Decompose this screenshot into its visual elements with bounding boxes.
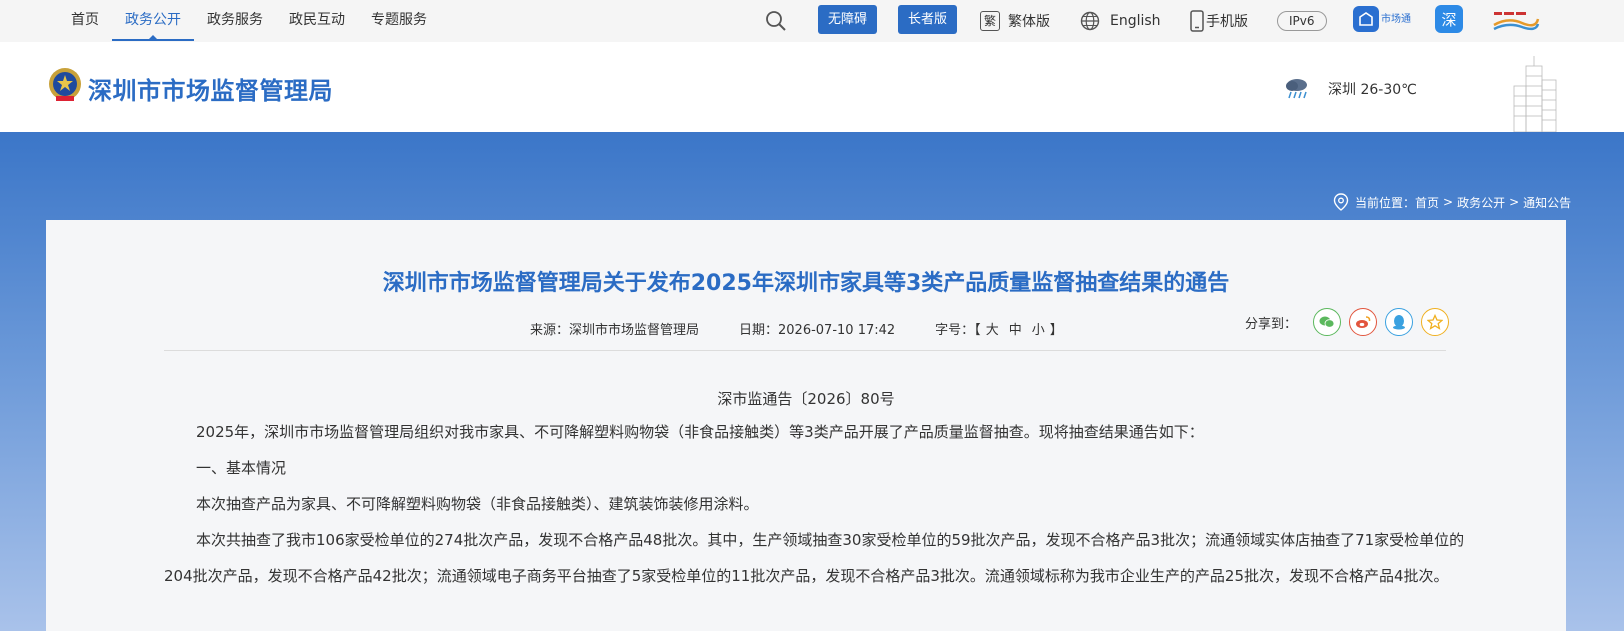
top-bar: 首页 政务公开 政务服务 政民互动 专题服务 无障碍 长者版 繁 繁体版 Eng… (0, 0, 1624, 42)
article-paragraph: 本次抽查产品为家具、不可降解塑料购物袋（非食品接触类）、建筑装饰装修用涂料。 (196, 495, 759, 513)
search-icon (766, 11, 786, 31)
breadcrumb-home[interactable]: 首页 (1415, 194, 1439, 211)
wechat-icon (1319, 316, 1335, 328)
mobile-phone-icon (1190, 10, 1204, 32)
shenzhen-app-icon[interactable]: 深 (1435, 5, 1463, 33)
elderly-mode-button[interactable]: 长者版 (898, 5, 958, 34)
partner-logo-icon (1493, 12, 1540, 31)
font-size-close: 】 (1049, 323, 1063, 338)
english-link[interactable]: English (1080, 0, 1161, 42)
share-label: 分享到： (1245, 316, 1298, 332)
qq-share-button[interactable] (1385, 308, 1414, 336)
breadcrumb: 当前位置： 首页 > 政务公开 > 通知公告 (1333, 193, 1571, 211)
breadcrumb-prefix: 当前位置： (1355, 195, 1416, 210)
article-title: 深圳市市场监督管理局关于发布2025年深圳市家具等3类产品质量监督抽查结果的通告 (382, 271, 1230, 296)
location-pin-icon (1333, 193, 1349, 211)
font-size-medium[interactable]: 中 (1009, 319, 1022, 338)
font-size-small[interactable]: 小 (1032, 319, 1045, 338)
wechat-share-button[interactable] (1313, 308, 1342, 336)
weather-text: 深圳 26-30℃ (1328, 82, 1417, 98)
mobile-label: 手机版 (1206, 14, 1248, 30)
traditional-badge-icon: 繁 (980, 11, 1000, 31)
font-size-large[interactable]: 大 (986, 319, 999, 338)
rain-cloud-icon (1286, 79, 1307, 99)
document-number: 深市监通告〔2026〕80号 (717, 390, 895, 408)
police-emblem-icon[interactable] (48, 66, 82, 102)
market-app-link[interactable]: 市场通 (1353, 0, 1411, 42)
article-paragraph: 2025年，深圳市市场监督管理局组织对我市家具、不可降解塑料购物袋（非食品接触类… (196, 423, 1204, 441)
article-body: 2025年，深圳市市场监督管理局组织对我市家具、不可降解塑料购物袋（非食品接触类… (164, 414, 1474, 594)
article-paragraph: 本次共抽查了我市106家受检单位的274批次产品，发现不合格产品48批次。其中，… (164, 531, 1465, 585)
traditional-label: 繁体版 (1008, 14, 1050, 30)
favorite-button[interactable] (1421, 308, 1450, 336)
globe-icon (1080, 11, 1100, 31)
english-label: English (1110, 13, 1161, 29)
toolbar: 无障碍 长者版 繁 繁体版 English 手机版 IPv6 市场通 深 (0, 0, 1624, 42)
partner-logo[interactable] (1492, 0, 1540, 42)
market-app-label: 市场通 (1381, 13, 1411, 25)
article-meta: 来源：深圳市市场监督管理局 日期：2026-07-10 17:42 字号：【 大… (530, 319, 1063, 338)
favorite-star-icon (1427, 314, 1444, 330)
article-panel: 深圳市市场监督管理局关于发布2025年深圳市家具等3类产品质量监督抽查结果的通告… (46, 220, 1566, 631)
article-source: 来源：深圳市市场监督管理局 (530, 323, 700, 338)
breadcrumb-notices[interactable]: 通知公告 (1523, 194, 1571, 211)
building-illustration (1513, 56, 1557, 132)
breadcrumb-separator: > (1443, 195, 1454, 209)
breadcrumb-gov-open[interactable]: 政务公开 (1457, 194, 1505, 211)
mobile-version-link[interactable]: 手机版 (1190, 0, 1248, 42)
qq-icon (1393, 315, 1406, 330)
font-size-label: 字号：【 (935, 323, 981, 338)
traditional-chinese-link[interactable]: 繁 繁体版 (980, 0, 1050, 42)
ipv6-badge: IPv6 (1277, 11, 1327, 31)
site-title[interactable]: 深圳市市场监督管理局 (88, 71, 333, 106)
meta-divider (164, 350, 1446, 351)
accessibility-button[interactable]: 无障碍 (818, 5, 878, 34)
article-section-heading: 一、基本情况 (196, 459, 287, 477)
weibo-share-button[interactable] (1349, 308, 1378, 336)
weibo-icon (1356, 316, 1371, 328)
article-date: 日期：2026-07-10 17:42 (739, 323, 896, 338)
breadcrumb-separator: > (1509, 195, 1520, 209)
share-bar: 分享到： (1245, 308, 1450, 336)
site-header: 深圳市市场监督管理局 深圳 26-30℃ (0, 42, 1624, 132)
market-app-icon (1353, 6, 1379, 32)
search-button[interactable] (765, 0, 787, 42)
